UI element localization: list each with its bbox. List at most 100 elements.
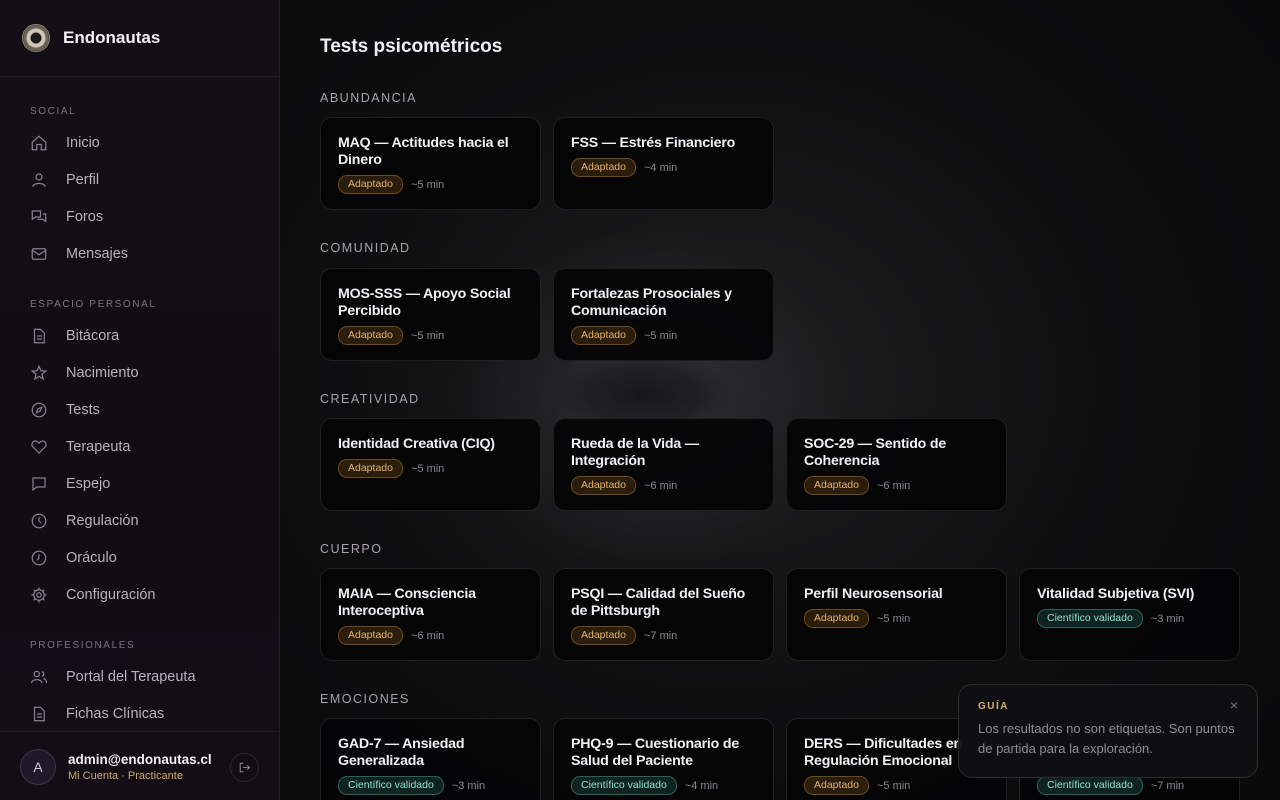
forum-icon (31, 210, 47, 223)
sidebar-item-terapeuta[interactable]: Terapeuta (30, 433, 260, 461)
test-card[interactable]: Perfil Neurosensorial Adaptado ~5 min (786, 568, 1007, 661)
test-card-title: FSS — Estrés Financiero (571, 135, 736, 151)
user-email[interactable]: admin@endonautas.cl (68, 752, 212, 767)
user-bar: A admin@endonautas.cl Mi Cuenta · Practi… (0, 731, 279, 800)
sidebar-item-inicio[interactable]: Inicio (30, 129, 260, 157)
test-card[interactable]: FSS — Estrés Financiero Adaptado ~4 min (553, 117, 774, 210)
avatar[interactable]: A (20, 749, 56, 785)
status-badge: Científico validado (1037, 609, 1143, 628)
sidebar-item-label: Nacimiento (66, 365, 139, 381)
test-card-title: PSQI — Calidad del Sueño de Pittsburgh (571, 586, 746, 619)
sidebar-item-label: Regulación (66, 513, 139, 529)
gear-icon (31, 587, 47, 603)
status-badge: Adaptado (571, 158, 636, 177)
clock-icon (31, 550, 47, 566)
status-badge: Adaptado (571, 326, 636, 345)
test-card-title: PHQ-9 — Cuestionario de Salud del Pacien… (571, 736, 740, 769)
test-card[interactable]: SOC-29 — Sentido de Coherencia Adaptado ~… (786, 418, 1007, 511)
category-title: CUERPO (320, 542, 383, 556)
user-icon (32, 173, 46, 187)
duration: ~5 min (876, 612, 911, 625)
status-badge: Adaptado (338, 175, 403, 194)
test-card[interactable]: Fortalezas Prosociales y Comunicación Ad… (553, 268, 774, 361)
sidebar-item-label: Bitácora (66, 328, 120, 344)
duration: ~4 min (684, 779, 719, 792)
sidebar-item-label: Foros (66, 209, 104, 225)
sidebar-item-perfil[interactable]: Perfil (30, 166, 260, 194)
sidebar-item-configuracion[interactable]: Configuración (30, 581, 260, 609)
status-badge: Científico validado (571, 776, 677, 795)
sidebar-item-regulacion[interactable]: Regulación (30, 507, 260, 535)
test-card-title: Perfil Neurosensorial (804, 586, 943, 602)
clock-icon (31, 513, 47, 529)
page-title: Tests psicométricos (320, 36, 503, 57)
duration: ~6 min (643, 479, 678, 492)
sidebar-item-label: Mensajes (66, 246, 129, 262)
logout-button[interactable] (230, 753, 259, 782)
document-icon (33, 328, 45, 344)
duration: ~5 min (410, 329, 445, 342)
test-card-title: Vitalidad Subjetiva (SVI) (1037, 586, 1195, 602)
sidebar-item-nacimiento[interactable]: Nacimiento (30, 359, 260, 387)
user-account-link[interactable]: Mi Cuenta · Practicante (68, 770, 183, 782)
test-card[interactable]: PHQ-9 — Cuestionario de Salud del Pacien… (553, 718, 774, 800)
toast-label: GUÍA (978, 701, 1009, 712)
brand[interactable]: Endonautas (0, 0, 279, 77)
test-card[interactable]: GAD-7 — Ansiedad Generalizada Científico… (320, 718, 541, 800)
close-icon[interactable]: × (1230, 697, 1238, 713)
sidebar-item-label: Inicio (66, 135, 100, 151)
section-title-profesionales: PROFESIONALES (30, 640, 136, 651)
status-badge: Adaptado (571, 626, 636, 645)
sidebar-item-fichas-clinicas[interactable]: Fichas Clínicas (30, 700, 260, 728)
duration: ~7 min (643, 629, 678, 642)
test-card[interactable]: MAQ — Actitudes hacia el Dinero Adaptado… (320, 117, 541, 210)
sidebar-item-label: Configuración (66, 587, 156, 603)
sidebar-item-label: Oráculo (66, 550, 117, 566)
mail-icon (31, 248, 47, 260)
sidebar-item-espejo[interactable]: Espejo (30, 470, 260, 498)
category-title: EMOCIONES (320, 692, 410, 706)
sidebar-item-oraculo[interactable]: Oráculo (30, 544, 260, 572)
status-badge: Adaptado (804, 776, 869, 795)
sidebar-item-label: Terapeuta (66, 439, 131, 455)
sidebar-item-mensajes[interactable]: Mensajes (30, 240, 260, 268)
sidebar: Endonautas SOCIAL Inicio Perfil Foros Me… (0, 0, 280, 800)
document-icon (33, 706, 45, 722)
test-card[interactable]: PSQI — Calidad del Sueño de Pittsburgh A… (553, 568, 774, 661)
test-card[interactable]: Identidad Creativa (CIQ) Adaptado ~5 min (320, 418, 541, 511)
sidebar-item-label: Fichas Clínicas (66, 706, 165, 722)
home-icon (31, 135, 47, 151)
sidebar-item-portal-terapeuta[interactable]: Portal del Terapeuta (30, 663, 260, 691)
test-card-title: Identidad Creativa (CIQ) (338, 436, 495, 452)
test-card[interactable]: MAIA — Consciencia Interoceptiva Adaptad… (320, 568, 541, 661)
sidebar-item-foros[interactable]: Foros (30, 203, 260, 231)
sidebar-item-tests[interactable]: Tests (30, 396, 260, 424)
duration: ~3 min (1150, 612, 1185, 625)
status-badge: Científico validado (1037, 776, 1143, 795)
duration: ~7 min (1150, 779, 1185, 792)
duration: ~5 min (410, 178, 445, 191)
test-card-title: MOS-SSS — Apoyo Social Percibido (338, 286, 511, 319)
star-icon (30, 364, 48, 381)
test-card[interactable]: Vitalidad Subjetiva (SVI) Científico val… (1019, 568, 1240, 661)
duration: ~6 min (876, 479, 911, 492)
test-card-title: GAD-7 — Ansiedad Generalizada (338, 736, 465, 769)
status-badge: Adaptado (338, 459, 403, 478)
category-title: COMUNIDAD (320, 241, 411, 255)
sidebar-item-bitacora[interactable]: Bitácora (30, 322, 260, 350)
sidebar-item-label: Portal del Terapeuta (66, 669, 196, 685)
duration: ~5 min (410, 462, 445, 475)
users-icon (30, 670, 48, 684)
test-card[interactable]: MOS-SSS — Apoyo Social Percibido Adaptad… (320, 268, 541, 361)
chat-icon (32, 477, 46, 492)
status-badge: Adaptado (571, 476, 636, 495)
status-badge: Científico validado (338, 776, 444, 795)
eye-logo-icon (22, 24, 50, 52)
test-card[interactable]: Rueda de la Vida — Integración Adaptado ~… (553, 418, 774, 511)
status-badge: Adaptado (804, 476, 869, 495)
toast-text: Los resultados no son etiquetas. Son pun… (978, 721, 1235, 756)
category-title: CREATIVIDAD (320, 392, 420, 406)
sidebar-item-label: Espejo (66, 476, 111, 492)
status-badge: Adaptado (338, 626, 403, 645)
test-card-title: Rueda de la Vida — Integración (571, 436, 699, 469)
